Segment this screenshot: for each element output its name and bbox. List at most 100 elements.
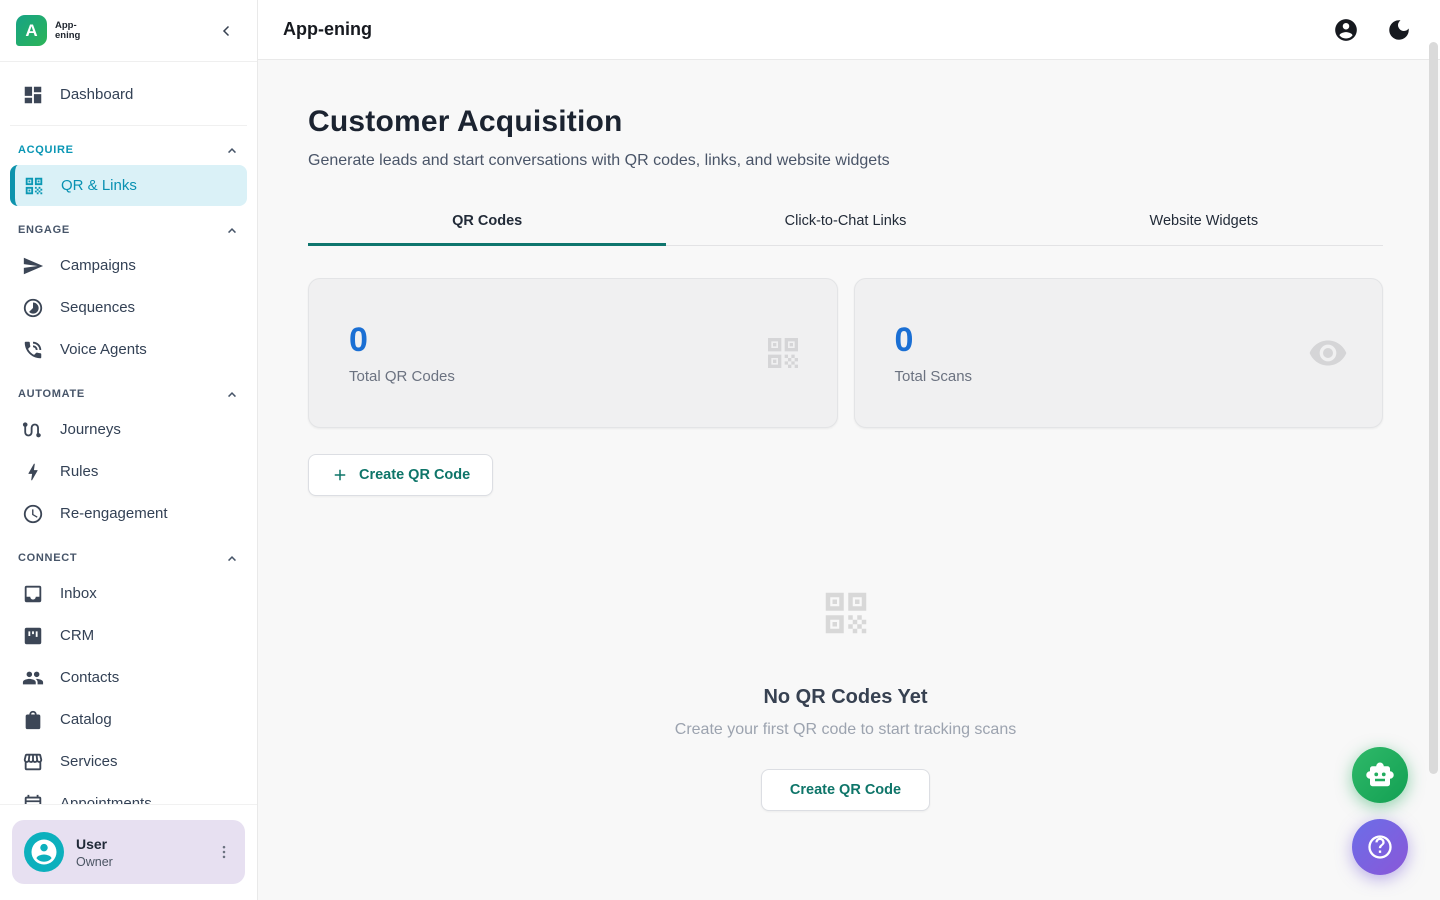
stats-row: 0 Total QR Codes 0 Total Scans [308, 278, 1383, 428]
stat-text: 0 Total Scans [895, 321, 973, 385]
section-label: ACQUIRE [18, 144, 74, 156]
chevron-up-icon[interactable] [223, 385, 241, 403]
sidebar-item-label: QR & Links [61, 177, 137, 194]
sidebar-item-qr-links[interactable]: QR & Links [10, 165, 247, 206]
stat-card-total-qr-codes: 0 Total QR Codes [308, 278, 838, 428]
sidebar-item-crm[interactable]: CRM [10, 615, 247, 656]
logo-text: App- ening [55, 21, 215, 41]
qr-code-icon [23, 175, 45, 197]
user-name: User [76, 836, 211, 852]
storefront-icon [22, 751, 44, 773]
sidebar-nav: Dashboard ACQUIRE QR & Links ENGAGE [0, 62, 257, 804]
tab-bar: QR Codes Click-to-Chat Links Website Wid… [308, 201, 1383, 246]
account-icon [29, 837, 59, 867]
empty-state: No QR Codes Yet Create your first QR cod… [308, 586, 1383, 811]
sidebar-item-services[interactable]: Services [10, 741, 247, 782]
kanban-icon [22, 625, 44, 647]
tab-click-to-chat-links[interactable]: Click-to-Chat Links [666, 201, 1024, 245]
create-qr-code-label: Create QR Code [790, 782, 901, 798]
sidebar-item-label: Dashboard [60, 86, 133, 103]
sidebar-item-label: Campaigns [60, 257, 136, 274]
chevron-left-icon [218, 22, 236, 40]
section-header-connect: CONNECT [10, 549, 247, 573]
chevron-up-icon[interactable] [223, 141, 241, 159]
stat-card-total-scans: 0 Total Scans [854, 278, 1384, 428]
sidebar-item-label: Re-engagement [60, 505, 168, 522]
inbox-icon [22, 583, 44, 605]
logo-text-line2: ening [55, 31, 215, 41]
page-subtitle: Generate leads and start conversations w… [308, 152, 1383, 170]
nav-section-connect: CONNECT Inbox CRM Contacts Catalo [10, 549, 247, 804]
empty-state-title: No QR Codes Yet [763, 686, 927, 709]
phone-in-talk-icon [22, 339, 44, 361]
nav-section-automate: AUTOMATE Journeys Rules Re-engagement [10, 385, 247, 534]
logo-text-line1: App- [55, 21, 215, 31]
chevron-up-icon[interactable] [223, 549, 241, 567]
vertical-scrollbar[interactable] [1429, 42, 1438, 774]
nav-section-engage: ENGAGE Campaigns Sequences Voice Agents [10, 221, 247, 370]
stat-value: 0 [349, 321, 455, 360]
main-area: App-ening Customer Acquisition Generate … [258, 0, 1440, 900]
tab-qr-codes[interactable]: QR Codes [308, 201, 666, 245]
sidebar-item-label: Catalog [60, 711, 112, 728]
logo-letter: A [25, 21, 37, 41]
assistant-fab-button[interactable] [1352, 747, 1408, 803]
sidebar-item-label: Voice Agents [60, 341, 147, 358]
chevron-up-icon[interactable] [223, 221, 241, 239]
sidebar-item-sequences[interactable]: Sequences [10, 287, 247, 328]
empty-create-qr-code-button[interactable]: Create QR Code [761, 769, 930, 811]
sidebar-item-voice-agents[interactable]: Voice Agents [10, 329, 247, 370]
sidebar-item-label: Contacts [60, 669, 119, 686]
stat-label: Total Scans [895, 368, 973, 385]
plus-icon [331, 466, 349, 484]
bolt-icon [22, 461, 44, 483]
send-icon [22, 255, 44, 277]
sidebar-item-appointments[interactable]: Appointments [10, 783, 247, 804]
app-window: A App- ening Dashboard ACQUIRE [0, 0, 1440, 900]
sidebar-footer: User Owner [0, 804, 257, 900]
section-label: CONNECT [18, 552, 77, 564]
sidebar-item-label: Services [60, 753, 118, 770]
content-area: Customer Acquisition Generate leads and … [258, 60, 1440, 900]
user-menu-button[interactable] [211, 839, 237, 865]
dark-mode-toggle[interactable] [1386, 17, 1412, 43]
nav-section-acquire: ACQUIRE QR & Links [10, 141, 247, 206]
kebab-menu-icon [215, 843, 233, 861]
create-row: Create QR Code [308, 454, 1383, 496]
help-icon [1366, 833, 1394, 861]
section-label: ENGAGE [18, 224, 70, 236]
timelapse-icon [22, 297, 44, 319]
user-avatar [24, 832, 64, 872]
top-header: App-ening [258, 0, 1440, 60]
sidebar-item-dashboard[interactable]: Dashboard [10, 74, 247, 115]
sidebar-item-journeys[interactable]: Journeys [10, 409, 247, 450]
section-label: AUTOMATE [18, 388, 85, 400]
qr-code-icon [819, 586, 873, 640]
sidebar-item-campaigns[interactable]: Campaigns [10, 245, 247, 286]
sidebar-item-label: Sequences [60, 299, 135, 316]
route-icon [22, 419, 44, 441]
dashboard-icon [22, 84, 44, 106]
help-fab-button[interactable] [1352, 819, 1408, 875]
sidebar-item-label: Inbox [60, 585, 97, 602]
eye-icon [1308, 333, 1348, 373]
account-button[interactable] [1333, 17, 1359, 43]
section-header-acquire: ACQUIRE [10, 141, 247, 165]
sidebar-item-label: Rules [60, 463, 98, 480]
sidebar-item-inbox[interactable]: Inbox [10, 573, 247, 614]
page-header-title: App-ening [283, 19, 1333, 40]
sidebar-item-catalog[interactable]: Catalog [10, 699, 247, 740]
sidebar-item-rules[interactable]: Rules [10, 451, 247, 492]
sidebar-item-label: Appointments [60, 795, 152, 804]
sidebar-item-contacts[interactable]: Contacts [10, 657, 247, 698]
shopping-bag-icon [22, 709, 44, 731]
sidebar-item-label: CRM [60, 627, 94, 644]
create-qr-code-button[interactable]: Create QR Code [308, 454, 493, 496]
sidebar-collapse-button[interactable] [215, 19, 239, 43]
sidebar-item-re-engagement[interactable]: Re-engagement [10, 493, 247, 534]
section-header-automate: AUTOMATE [10, 385, 247, 409]
app-logo-icon: A [16, 15, 47, 46]
sidebar-item-label: Journeys [60, 421, 121, 438]
tab-website-widgets[interactable]: Website Widgets [1025, 201, 1383, 245]
user-card[interactable]: User Owner [12, 820, 245, 884]
